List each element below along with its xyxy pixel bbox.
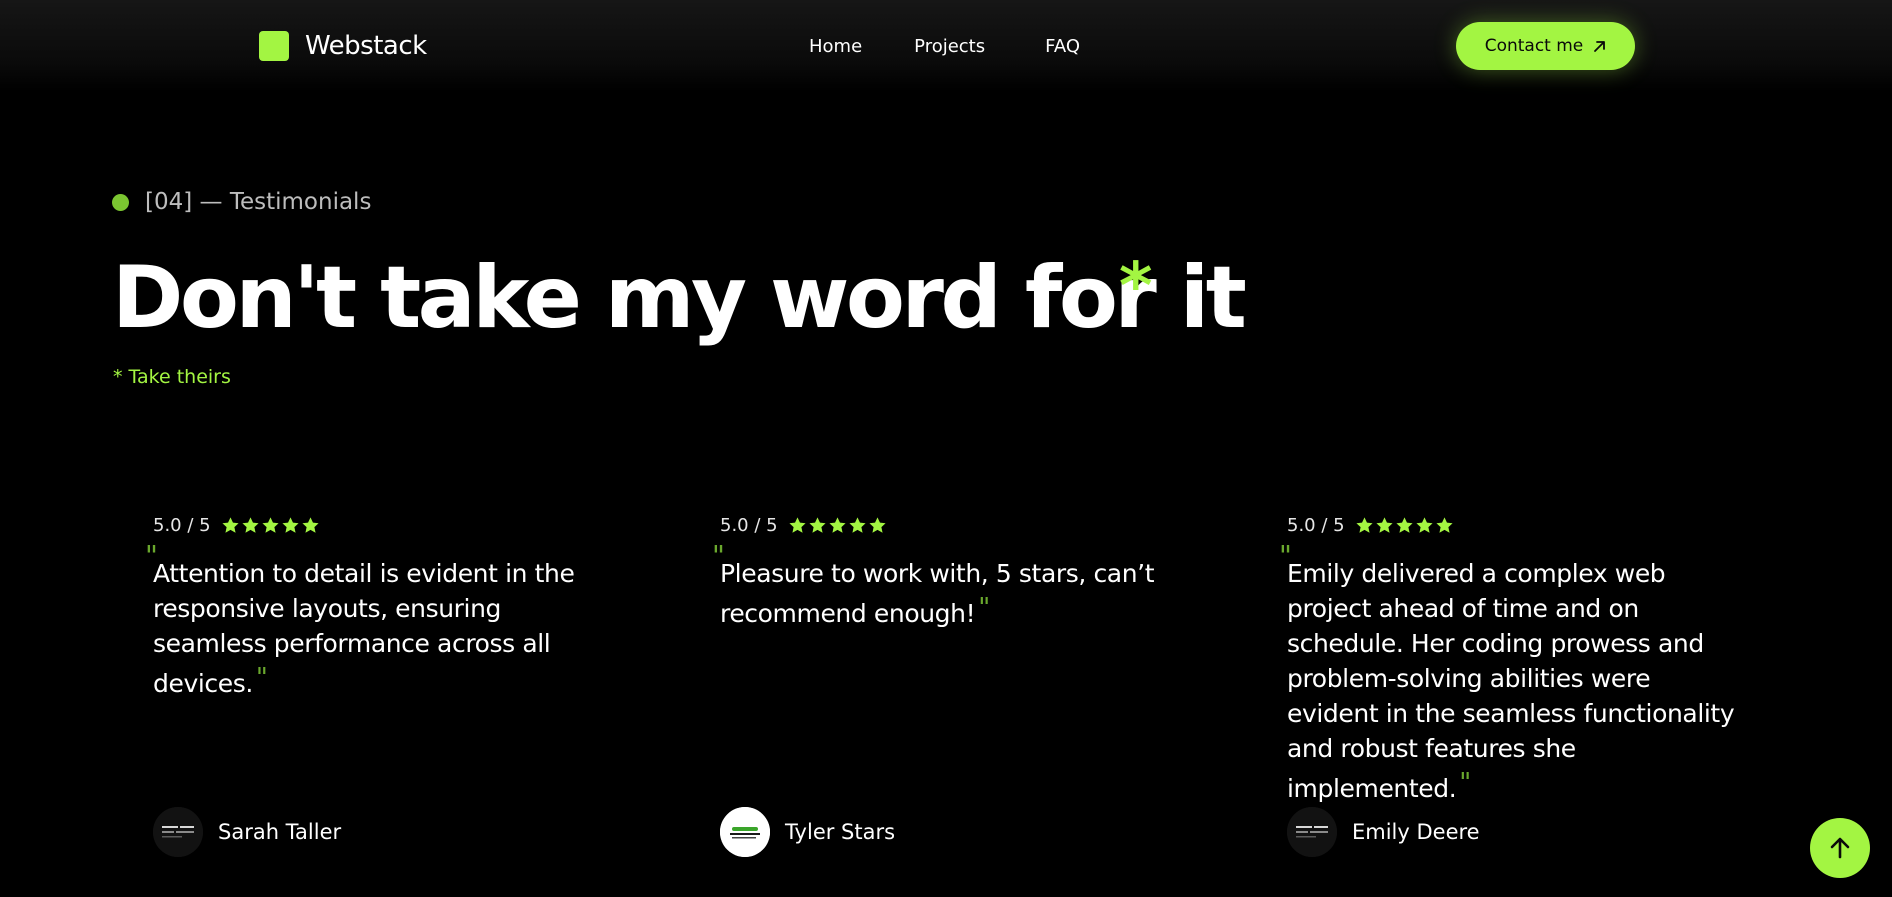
logo-mark-icon [259,31,289,61]
star-rating [221,516,321,535]
scroll-to-top-button[interactable] [1810,818,1870,878]
quote-text: Pleasure to work with, 5 stars, can’t re… [720,559,1155,628]
section-subnote: * Take theirs [113,366,231,388]
eyebrow-text: [04] — Testimonials [145,189,372,215]
rating-row: 5.0 / 5 [153,510,613,540]
quote-close-icon: " [978,593,990,623]
arrow-up-right-icon [1594,40,1606,52]
arrow-up-icon [1830,837,1850,859]
section-headline: Don't take my word for it [112,248,1247,348]
author-avatar [153,807,203,857]
star-icon [1415,516,1434,535]
rating-row: 5.0 / 5 [720,510,1180,540]
author-name: Sarah Taller [218,820,342,844]
star-icon [1395,516,1414,535]
star-icon [788,516,807,535]
testimonial-card: 5.0 / 5 " Attention to detail is evident… [145,510,613,870]
site-header: Webstack Home Projects FAQ Contact me [0,0,1892,92]
testimonial-author: Tyler Stars [720,807,895,857]
star-icon [241,516,260,535]
logo-text: Webstack [305,31,427,61]
star-icon [1435,516,1454,535]
contact-button[interactable]: Contact me [1456,22,1635,70]
nav-projects-link[interactable]: Projects [914,36,985,57]
rating-score: 5.0 / 5 [1287,514,1345,536]
star-icon [828,516,847,535]
testimonial-card: 5.0 / 5 " Emily delivered a complex web … [1279,510,1747,870]
nav-faq-link[interactable]: FAQ [1045,36,1080,57]
rating-score: 5.0 / 5 [153,514,211,536]
star-icon [868,516,887,535]
logo[interactable]: Webstack [259,31,427,61]
testimonial-author: Emily Deere [1287,807,1480,857]
author-avatar [720,807,770,857]
contact-button-label: Contact me [1484,36,1584,56]
nav-home-link[interactable]: Home [809,36,862,57]
section-eyebrow: [04] — Testimonials [112,189,371,215]
eyebrow-dot-icon [112,193,129,211]
author-avatar [1287,807,1337,857]
quote-text: Emily delivered a complex web project ah… [1287,559,1735,803]
star-icon [808,516,827,535]
star-rating [788,516,888,535]
headline-asterisk: * [1119,250,1153,324]
testimonial-quote: Emily delivered a complex web project ah… [1287,556,1747,806]
rating-row: 5.0 / 5 [1287,510,1747,540]
star-icon [261,516,280,535]
testimonial-card: 5.0 / 5 " Pleasure to work with, 5 stars… [712,510,1180,870]
author-name: Tyler Stars [785,820,896,844]
star-icon [848,516,867,535]
quote-text: Attention to detail is evident in the re… [153,559,575,698]
star-icon [221,516,240,535]
star-icon [1375,516,1394,535]
star-icon [1355,516,1374,535]
testimonial-author: Sarah Taller [153,807,341,857]
author-name: Emily Deere [1352,820,1480,844]
main-nav: Home Projects FAQ [809,36,1080,57]
testimonial-quote: Pleasure to work with, 5 stars, can’t re… [720,556,1180,631]
star-rating [1355,516,1455,535]
star-icon [301,516,320,535]
quote-close-icon: " [255,663,268,693]
testimonial-quote: Attention to detail is evident in the re… [153,556,613,701]
page: Webstack Home Projects FAQ Contact me [0… [0,0,1892,897]
quote-close-icon: " [1459,768,1471,798]
star-icon [281,516,300,535]
rating-score: 5.0 / 5 [720,514,778,536]
